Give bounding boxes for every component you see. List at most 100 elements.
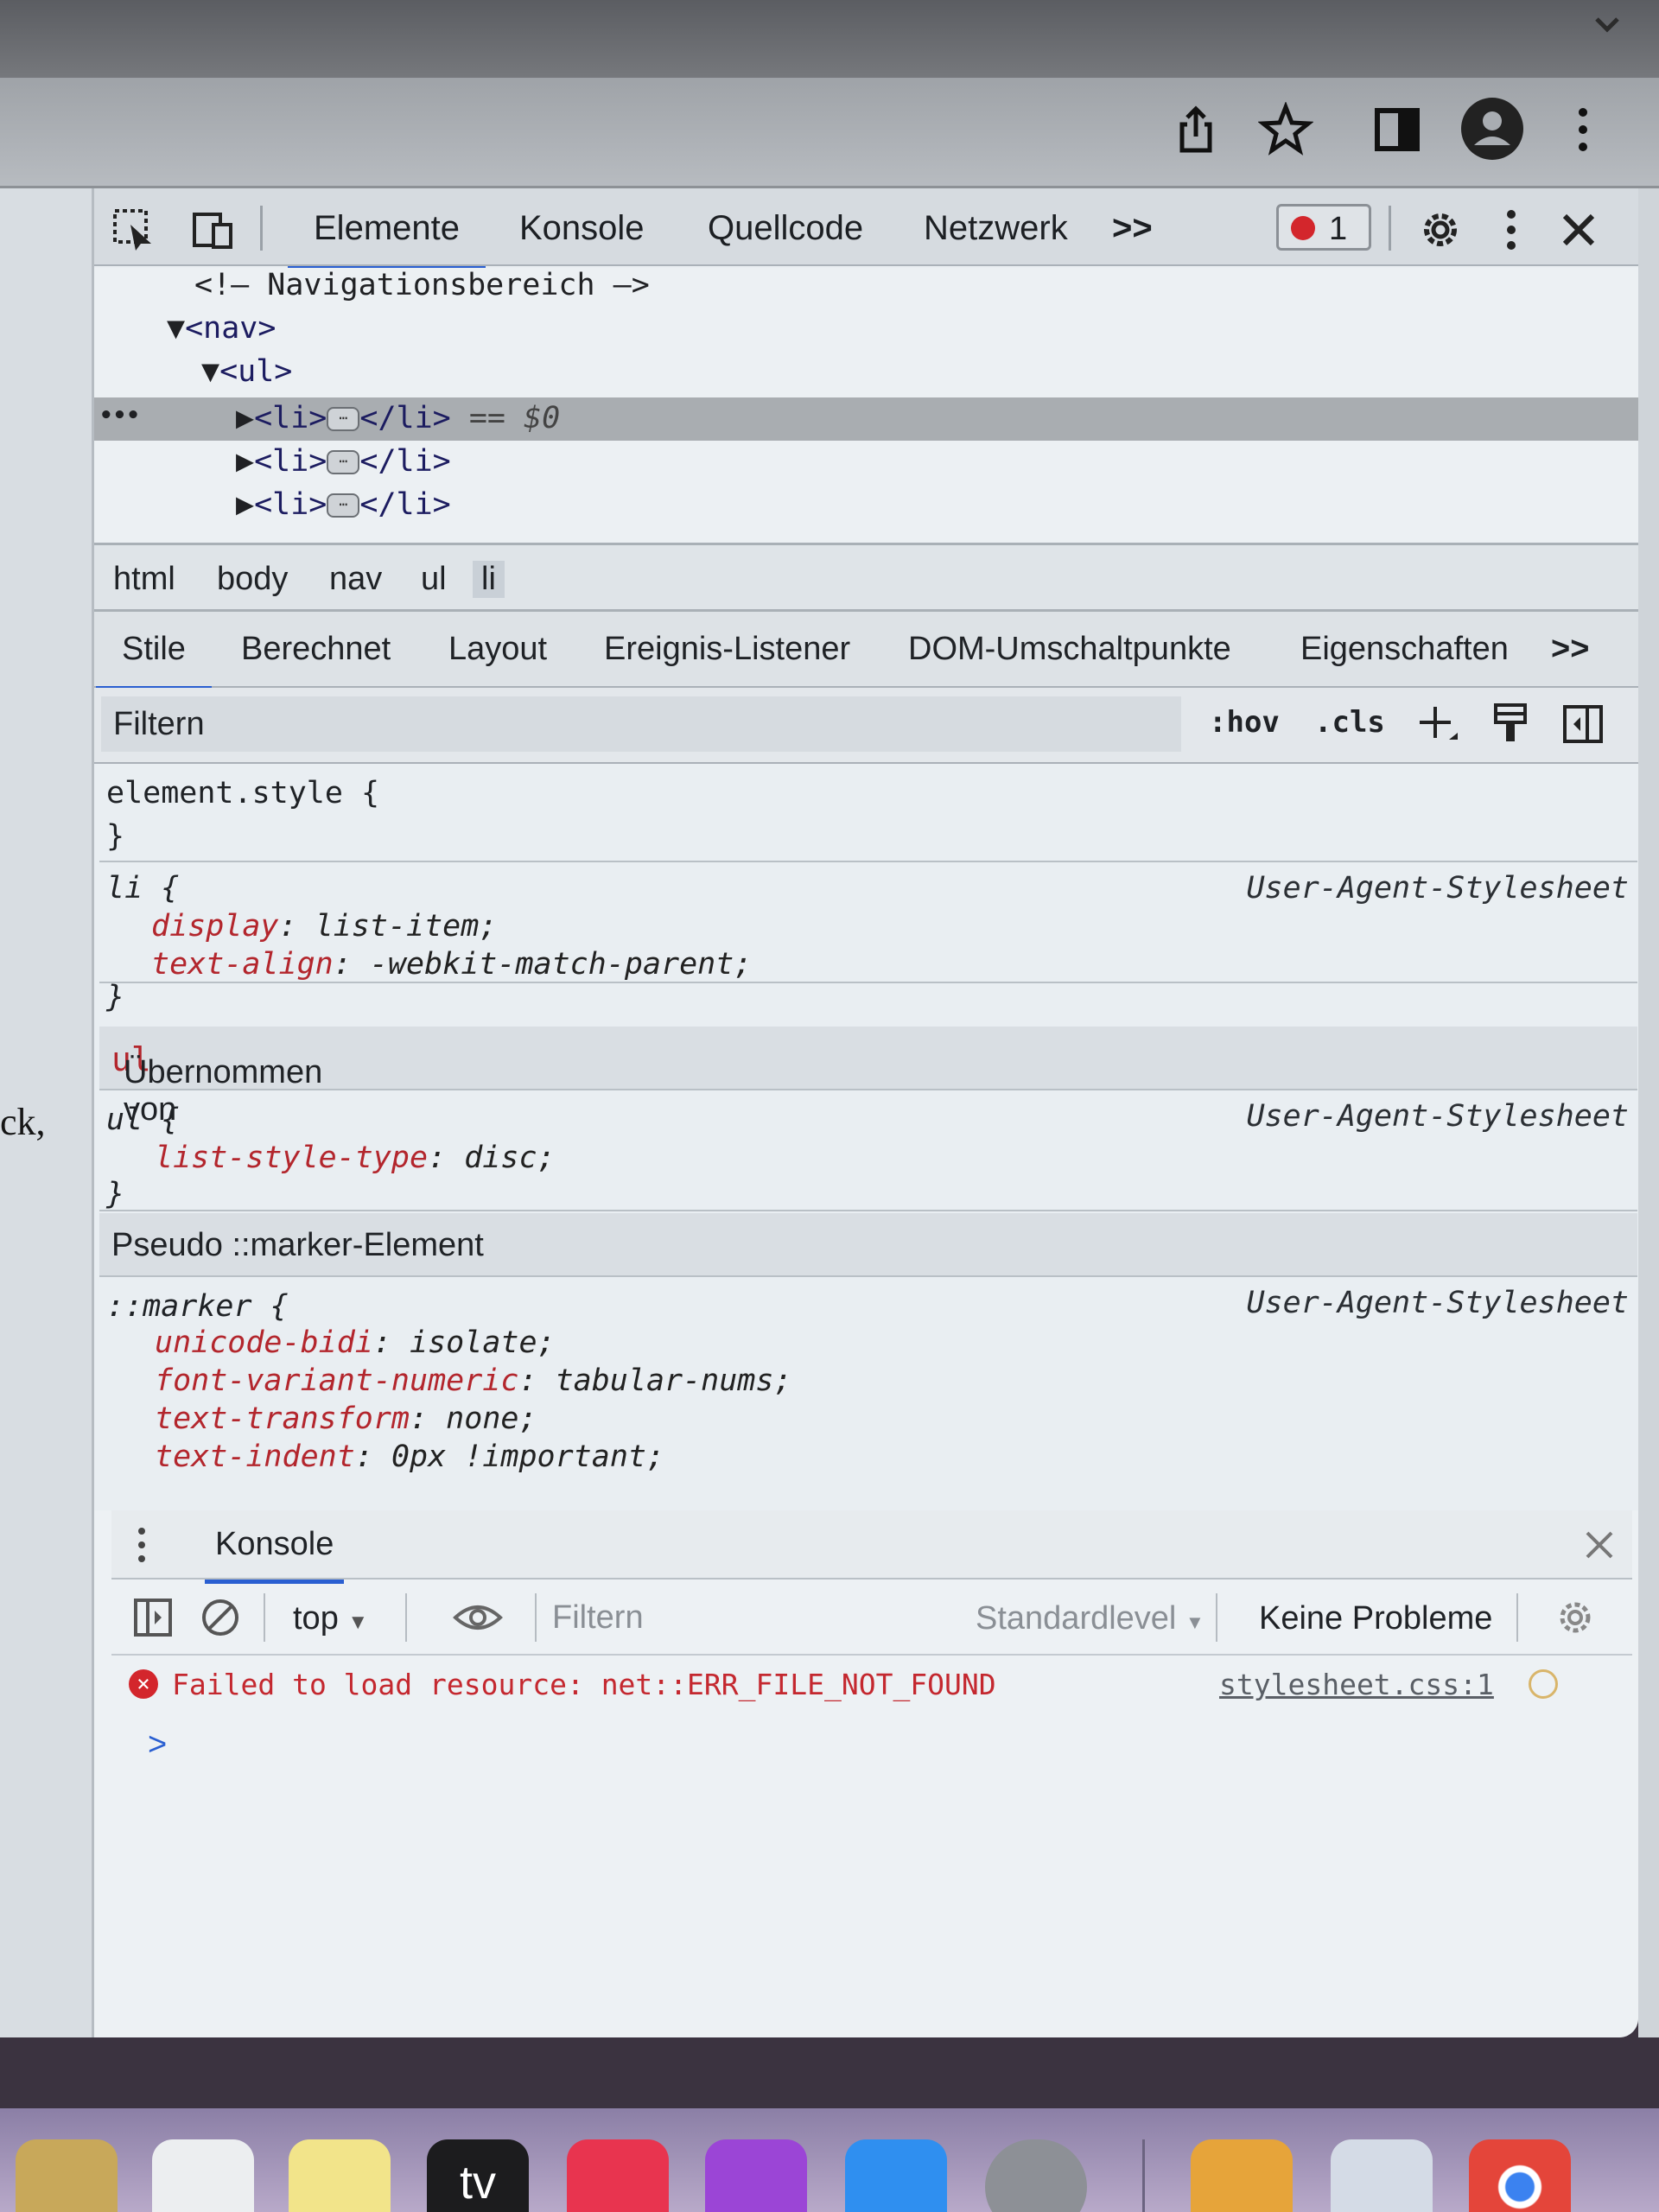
stickies-app-icon[interactable] [289,2139,391,2212]
more-panel-tabs-button[interactable]: >> [1551,631,1589,668]
context-selector[interactable]: top ▼ [293,1600,368,1637]
gear-icon[interactable] [1416,206,1465,254]
kebab-menu-icon[interactable] [1487,206,1535,254]
tab-layout[interactable]: Layout [448,631,547,668]
notes-app-icon[interactable] [16,2139,118,2212]
close-icon[interactable] [1554,206,1603,254]
music-app-icon[interactable] [567,2139,669,2212]
sidebar-icon[interactable] [1370,102,1426,157]
dom-node-li[interactable]: ▶<li> ⋯ </li> [236,487,451,522]
css-value: none; [446,1402,537,1436]
dom-tag: <li> [254,401,327,435]
expand-triangle-icon[interactable]: ▼ [201,354,219,389]
dom-node-li[interactable]: ▶<li> ⋯ </li> [236,444,451,479]
dom-node-ul[interactable]: ▼<ul> [201,354,292,389]
rule-selector[interactable]: element.style { [106,776,379,810]
ellipsis-button[interactable]: ⋯ [327,450,360,474]
collapse-triangle-icon[interactable]: ▶ [236,487,254,522]
cls-toggle[interactable]: .cls [1314,705,1385,740]
breadcrumb-li[interactable]: li [473,561,505,598]
rule-selector[interactable]: ul { [106,1103,179,1137]
paint-brush-icon[interactable] [1489,700,1534,748]
dom-comment[interactable]: <!— Navigationsbereich —> [194,268,650,302]
preview-app-icon[interactable] [1331,2139,1433,2212]
breadcrumb-body[interactable]: body [217,561,288,598]
row-dots-icon[interactable]: ••• [99,403,140,429]
console-filter-input[interactable] [552,1593,915,1642]
toolbar-divider [264,1593,265,1642]
breadcrumb-ul[interactable]: ul [421,561,447,598]
app-store-icon[interactable] [845,2139,947,2212]
rule-selector[interactable]: li { [106,871,179,906]
collapse-triangle-icon[interactable]: ▶ [236,401,254,435]
device-toolbar-icon[interactable] [189,206,238,254]
css-value: 0px !important; [391,1440,665,1474]
chevron-down-icon[interactable] [1590,7,1624,41]
css-declaration[interactable]: font-variant-numeric: tabular-nums; [155,1363,792,1398]
console-prompt[interactable]: > [148,1726,167,1764]
css-declaration[interactable]: text-indent: 0px !important; [155,1440,664,1474]
system-settings-icon[interactable] [985,2139,1087,2212]
tab-computed[interactable]: Berechnet [241,631,391,668]
styles-filter-input[interactable] [101,696,1181,752]
css-declaration[interactable]: text-transform: none; [155,1402,537,1436]
apple-tv-app-icon[interactable]: tv [427,2139,529,2212]
css-property: text-align [151,947,334,982]
tab-elements[interactable]: Elemente [288,209,486,270]
star-icon[interactable] [1258,102,1313,157]
inspect-element-icon[interactable] [110,206,158,254]
tv-label: tv [459,2157,496,2209]
tab-network[interactable]: Netzwerk [924,209,1068,248]
drawer-tab-console[interactable]: Konsole [204,1526,345,1584]
css-value: list-item; [315,909,498,944]
dom-node-li-selected[interactable]: ▶<li> ⋯ </li> == $0 [236,401,560,435]
menu-icon[interactable] [1560,102,1616,157]
chrome-app-icon[interactable] [1469,2139,1571,2212]
more-tabs-button[interactable]: >> [1112,209,1153,248]
tab-properties[interactable]: Eigenschaften [1300,631,1509,668]
hov-toggle[interactable]: :hov [1209,705,1280,740]
eye-icon[interactable] [452,1599,504,1637]
css-declaration[interactable]: display: list-item; [151,909,497,944]
css-declaration[interactable]: unicode-bidi: isolate; [155,1325,556,1360]
profile-icon[interactable] [1460,97,1524,161]
error-source-link[interactable]: stylesheet.css:1 [1219,1668,1494,1701]
ellipsis-button[interactable]: ⋯ [327,493,360,518]
clear-console-icon[interactable] [200,1597,241,1638]
books-app-icon[interactable] [1191,2139,1293,2212]
dom-tree: <!— Navigationsbereich —> ▼<nav> ▼<ul> •… [94,268,1638,543]
podcasts-app-icon[interactable] [705,2139,807,2212]
inherited-from-header: Übernommen von ul [99,1027,1637,1128]
css-declaration[interactable]: text-align: -webkit-match-parent; [151,947,752,982]
dom-tag: </li> [359,401,451,435]
add-rule-icon[interactable] [1414,700,1463,748]
tab-sources[interactable]: Quellcode [708,209,863,248]
console-drawer: Konsole top ▼ Standardlevel ▼ Keine Prob… [94,1510,1638,2037]
drawer-menu-icon[interactable] [129,1522,155,1567]
dom-node-nav[interactable]: ▼<nav> [167,311,276,346]
console-settings-icon[interactable] [1554,1597,1596,1638]
ellipsis-button[interactable]: ⋯ [327,407,360,431]
tab-styles[interactable]: Stile [96,631,212,690]
warning-icon [1529,1669,1558,1699]
error-count-badge[interactable]: 1 [1276,204,1371,251]
breadcrumb-nav[interactable]: nav [329,561,382,598]
expand-triangle-icon[interactable]: ▼ [167,311,185,346]
toggle-sidebar-icon[interactable] [1560,700,1608,748]
tab-dom-breakpoints[interactable]: DOM-Umschaltpunkte [908,631,1231,668]
css-property: text-indent [155,1440,355,1474]
log-level-dropdown[interactable]: Standardlevel ▼ [976,1600,1205,1637]
tab-console[interactable]: Konsole [519,209,645,248]
share-icon[interactable] [1168,102,1224,157]
issues-button[interactable]: Keine Probleme [1259,1600,1492,1637]
css-declaration[interactable]: list-style-type: disc; [155,1141,556,1175]
reminders-app-icon[interactable] [152,2139,254,2212]
tab-event-listeners[interactable]: Ereignis-Listener [604,631,850,668]
rule-selector[interactable]: ::marker { [106,1289,289,1324]
collapse-triangle-icon[interactable]: ▶ [236,444,254,479]
breadcrumb-html[interactable]: html [113,561,175,598]
console-sidebar-icon[interactable] [132,1597,174,1638]
dom-tag: <ul> [219,354,293,389]
dock-separator [1142,2139,1145,2212]
close-drawer-icon[interactable] [1580,1526,1618,1564]
